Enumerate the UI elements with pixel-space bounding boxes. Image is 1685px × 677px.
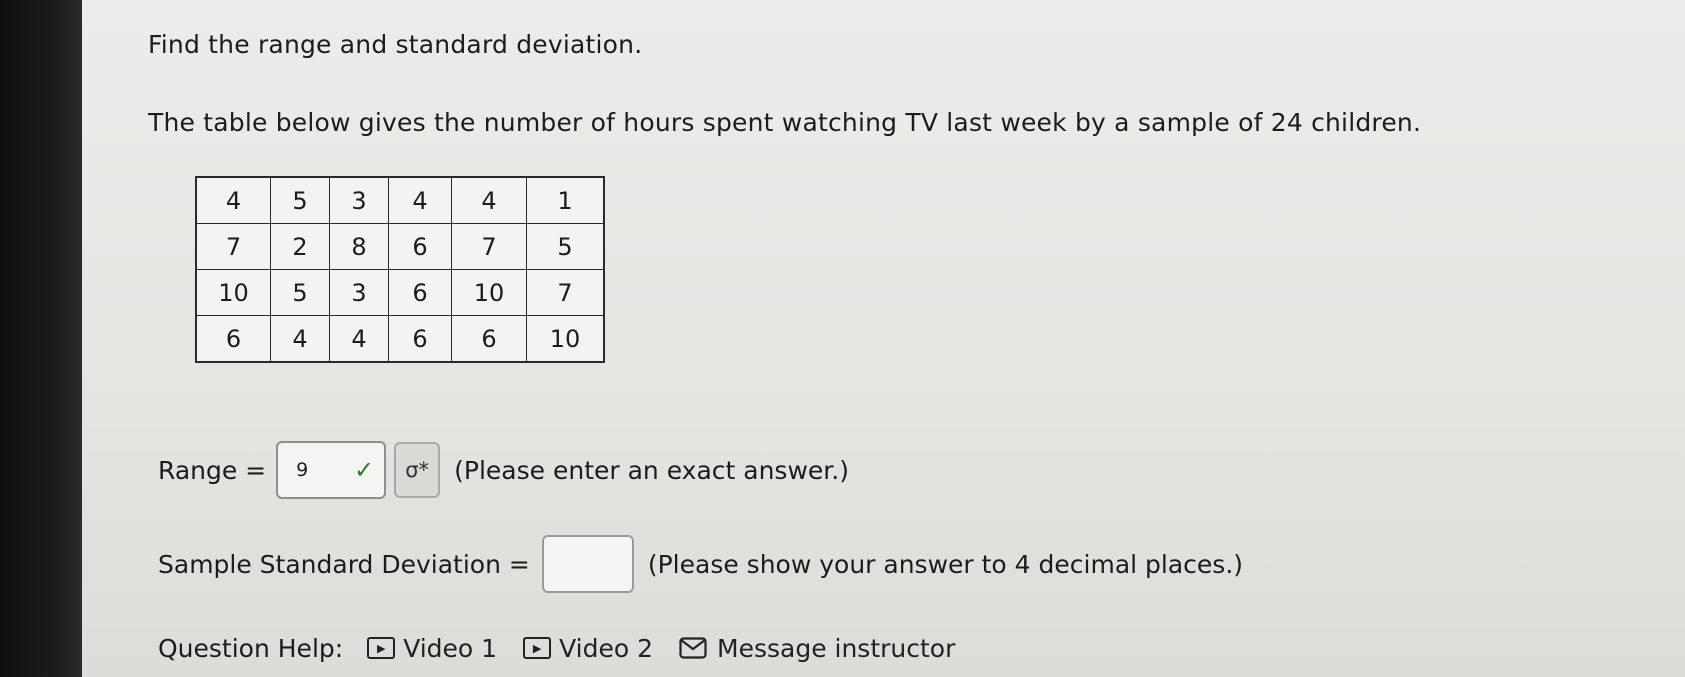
table-cell: 4 bbox=[270, 315, 330, 363]
question-prompt: Find the range and standard deviation. bbox=[148, 30, 643, 59]
range-value: 9 bbox=[296, 459, 309, 481]
video-2-label: Video 2 bbox=[559, 633, 653, 663]
table-cell: 7 bbox=[451, 223, 527, 270]
message-instructor-link[interactable]: Message instructor bbox=[679, 634, 955, 663]
play-icon: ▶ bbox=[367, 637, 396, 659]
question-description: The table below gives the number of hour… bbox=[148, 108, 1422, 137]
table-cell: 5 bbox=[526, 223, 605, 270]
table-cell: 10 bbox=[451, 269, 527, 316]
table-cell: 10 bbox=[195, 269, 271, 316]
table-cell: 4 bbox=[388, 176, 452, 224]
left-bezel bbox=[0, 0, 82, 677]
table-cell: 7 bbox=[526, 269, 605, 316]
table-row: 10 5 3 6 10 7 bbox=[195, 269, 605, 316]
range-hint: (Please enter an exact answer.) bbox=[454, 455, 849, 485]
video-1-link[interactable]: ▶ Video 1 bbox=[367, 634, 497, 663]
question-help-label: Question Help: bbox=[158, 633, 344, 663]
table-cell: 8 bbox=[329, 223, 389, 270]
message-instructor-label: Message instructor bbox=[717, 633, 956, 663]
table-cell: 5 bbox=[270, 269, 330, 316]
table-cell: 2 bbox=[270, 223, 330, 270]
sd-row: Sample Standard Deviation = (Please show… bbox=[158, 534, 1243, 594]
table-cell: 6 bbox=[388, 223, 452, 270]
table-row: 7 2 8 6 7 5 bbox=[195, 223, 605, 270]
table-cell: 1 bbox=[526, 176, 605, 224]
math-preview-button[interactable]: σ* bbox=[394, 442, 441, 498]
table-cell: 3 bbox=[329, 176, 389, 224]
table-cell: 4 bbox=[451, 176, 527, 224]
video-1-label: Video 1 bbox=[403, 633, 498, 663]
table-cell: 6 bbox=[195, 315, 271, 363]
table-cell: 6 bbox=[388, 269, 452, 316]
sd-hint: (Please show your answer to 4 decimal pl… bbox=[647, 549, 1244, 579]
table-row: 6 4 4 6 6 10 bbox=[195, 315, 605, 363]
range-input[interactable]: 9 ✓ bbox=[276, 441, 387, 499]
question-help: Question Help: ▶ Video 1 ▶ Video 2 Messa… bbox=[158, 626, 955, 670]
table-cell: 6 bbox=[451, 315, 527, 363]
video-2-link[interactable]: ▶ Video 2 bbox=[523, 634, 653, 663]
sd-label: Sample Standard Deviation = bbox=[158, 549, 530, 579]
data-table: 4 5 3 4 4 1 7 2 8 6 7 5 10 5 3 6 10 7 6 … bbox=[195, 176, 605, 363]
mail-icon bbox=[679, 637, 707, 659]
table-cell: 10 bbox=[526, 315, 605, 363]
table-cell: 6 bbox=[388, 315, 452, 363]
range-row: Range = 9 ✓ σ* (Please enter an exact an… bbox=[158, 440, 849, 500]
table-row: 4 5 3 4 4 1 bbox=[195, 176, 605, 224]
table-cell: 4 bbox=[195, 176, 271, 224]
play-icon: ▶ bbox=[523, 637, 552, 659]
check-icon: ✓ bbox=[354, 456, 375, 484]
table-cell: 4 bbox=[329, 315, 389, 363]
table-cell: 3 bbox=[329, 269, 389, 316]
range-label: Range = bbox=[158, 455, 267, 485]
table-cell: 5 bbox=[270, 176, 330, 224]
sd-input[interactable] bbox=[541, 535, 634, 593]
table-cell: 7 bbox=[195, 223, 271, 270]
